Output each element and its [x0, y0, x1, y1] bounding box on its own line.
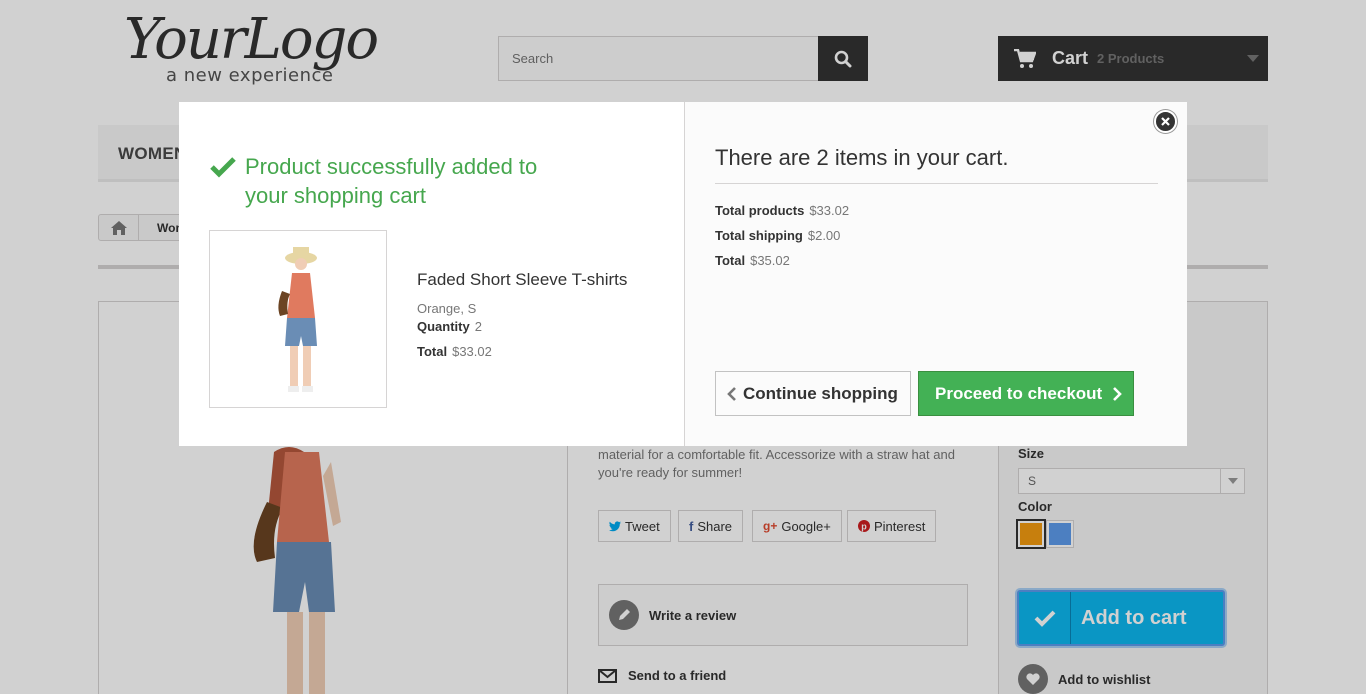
success-message: Product successfully added to your shopp… — [209, 152, 575, 210]
total-products-label: Total products — [715, 203, 805, 218]
total-value: $33.02 — [452, 344, 492, 359]
proceed-to-checkout-label: Proceed to checkout — [935, 383, 1103, 403]
quantity-label: Quantity — [417, 319, 470, 334]
modal-product-total: Total $33.02 — [417, 344, 492, 359]
modal-product-panel: Product successfully added to your shopp… — [179, 102, 684, 446]
success-text: Product successfully added to your shopp… — [245, 154, 538, 208]
modal-product-name: Faded Short Sleeve T-shirts — [417, 270, 628, 289]
chevron-left-icon — [727, 386, 736, 401]
close-modal-button[interactable] — [1154, 110, 1177, 133]
total-shipping-label: Total shipping — [715, 228, 803, 243]
chevron-right-icon — [1113, 386, 1123, 401]
close-icon — [1161, 117, 1170, 126]
total-label: Total — [417, 344, 448, 359]
total-products-row: Total products $33.02 — [715, 203, 849, 218]
checkmark-icon — [210, 157, 236, 178]
total-shipping-value: $2.00 — [807, 228, 841, 243]
grand-total-value: $35.02 — [750, 253, 790, 268]
quantity-value: 2 — [474, 319, 482, 334]
modal-cart-summary: There are 2 items in your cart. Total pr… — [684, 102, 1187, 446]
continue-shopping-label: Continue shopping — [743, 383, 898, 403]
proceed-to-checkout-button[interactable]: Proceed to checkout — [918, 371, 1134, 416]
divider — [715, 183, 1158, 184]
model-thumbnail — [278, 247, 317, 392]
total-products-value: $33.02 — [809, 203, 850, 218]
modal-product-quantity: Quantity 2 — [417, 319, 482, 334]
total-shipping-row: Total shipping $2.00 — [715, 228, 840, 243]
grand-total-row: Total $35.02 — [715, 253, 790, 268]
product-thumbnail — [209, 230, 387, 408]
cart-confirmation-modal: Product successfully added to your shopp… — [179, 102, 1187, 446]
cart-summary-heading: There are 2 items in your cart. — [715, 145, 1009, 170]
continue-shopping-button[interactable]: Continue shopping — [715, 371, 911, 416]
modal-product-attributes: Orange, S — [417, 301, 477, 316]
grand-total-label: Total — [715, 253, 746, 268]
